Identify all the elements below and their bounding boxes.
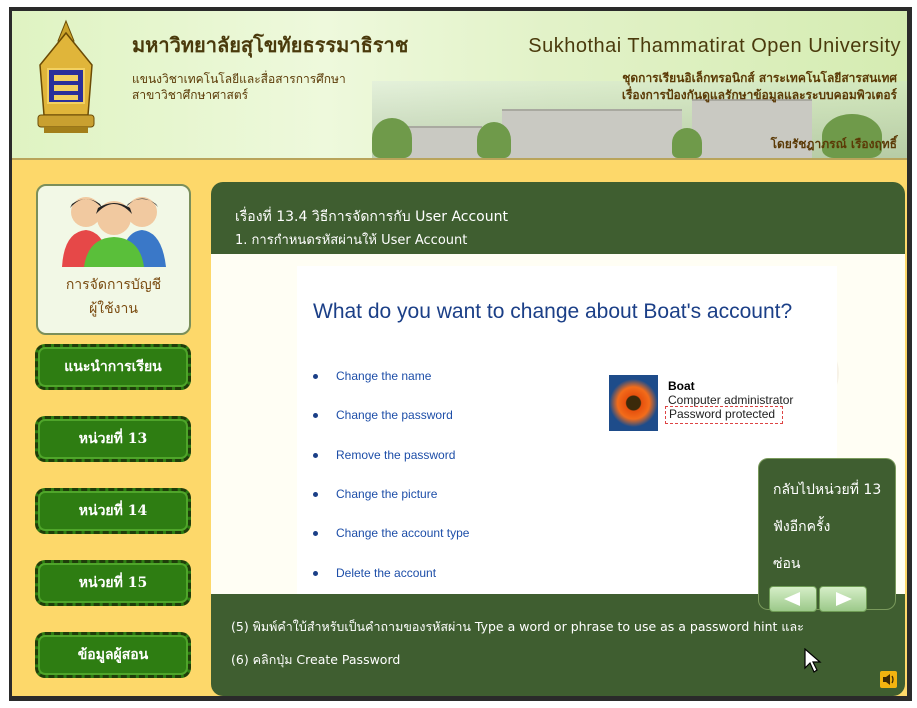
app-canvas: มหาวิทยาลัยสุโขทัยธรรมาธิราช แขนงวิชาเทค… xyxy=(12,11,907,696)
windows-account-screenshot: What do you want to change about Boat's … xyxy=(297,266,837,673)
option-label: Delete the account xyxy=(336,566,437,580)
users-group-icon xyxy=(62,197,166,267)
speaker-icon[interactable] xyxy=(880,671,897,688)
mouse-cursor-icon xyxy=(804,648,822,673)
arrow-right-icon xyxy=(836,592,852,606)
nav-button-introduction[interactable]: แนะนำการเรียน xyxy=(35,344,191,390)
nav-button-unit-13[interactable]: หน่วยที่ 13 xyxy=(35,416,191,462)
option-label: Change the picture xyxy=(336,487,438,501)
english-university-name: Sukhothai Thammatirat Open University xyxy=(528,35,901,57)
instruction-step-6: (6) คลิกปุ่ม Create Password xyxy=(231,652,401,667)
speaker-glyph xyxy=(883,674,894,685)
user-card-label: การจัดการบัญชี xyxy=(65,277,162,293)
option-change-password[interactable]: Change the password xyxy=(313,408,453,422)
lesson-panel: เรื่องที่ 13.4 วิธีการจัดการกับ User Acc… xyxy=(211,182,905,696)
option-delete-account[interactable]: Delete the account xyxy=(313,566,436,580)
course-topic: เรื่องการป้องกันดูแลรักษาข้อมูลและระบบคอ… xyxy=(621,88,897,102)
account-role: Computer administrator xyxy=(668,393,794,407)
option-change-name[interactable]: Change the name xyxy=(313,369,431,383)
back-to-unit-13-link[interactable]: กลับไปหน่วยที่ 13 xyxy=(773,479,881,501)
account-password-status: Password protected xyxy=(665,406,783,424)
author-credit: โดยรัชฎาภรณ์ เรืองฤทธิ์ xyxy=(770,137,897,151)
bullet-icon xyxy=(313,452,318,458)
bullet-icon xyxy=(313,373,318,379)
thai-university-name: มหาวิทยาลัยสุโขทัยธรรมาธิราช xyxy=(132,33,409,57)
option-label: Remove the password xyxy=(336,448,456,462)
thai-faculty: สาขาวิชาศึกษาศาสตร์ xyxy=(132,88,249,102)
lesson-title: เรื่องที่ 13.4 วิธีการจัดการกับ User Acc… xyxy=(235,209,508,225)
account-question-heading: What do you want to change about Boat's … xyxy=(313,300,793,323)
option-label: Change the account type xyxy=(336,526,470,540)
university-logo-icon xyxy=(37,19,95,133)
hide-link[interactable]: ซ่อน xyxy=(773,553,800,575)
nav-button-unit-14[interactable]: หน่วยที่ 14 xyxy=(35,488,191,534)
option-change-account-type[interactable]: Change the account type xyxy=(313,526,469,540)
nav-button-unit-15[interactable]: หน่วยที่ 15 xyxy=(35,560,191,606)
nav-button-instructor-info[interactable]: ข้อมูลผู้สอน xyxy=(35,632,191,678)
previous-button[interactable] xyxy=(769,586,817,612)
lesson-subtitle: 1. การกำหนดรหัสผ่านให้ User Account xyxy=(235,233,468,248)
account-picture-flower xyxy=(609,375,658,431)
option-label: Change the name xyxy=(336,369,432,383)
option-label: Change the password xyxy=(336,408,453,422)
user-account-card: การจัดการบัญชี ผู้ใช้งาน xyxy=(36,184,191,335)
user-card-label-sub: ผู้ใช้งาน xyxy=(89,301,138,317)
bullet-icon xyxy=(313,412,318,418)
arrow-left-icon xyxy=(784,592,800,606)
instruction-step-5: (5) พิมพ์คำใบ้สำหรับเป็นคำถามของรหัสผ่าน… xyxy=(231,619,804,634)
audio-control-menu: กลับไปหน่วยที่ 13 ฟังอีกครั้ง ซ่อน xyxy=(758,458,896,612)
next-button[interactable] xyxy=(819,586,867,612)
account-name: Boat xyxy=(668,379,695,393)
bullet-icon xyxy=(313,570,318,576)
option-remove-password[interactable]: Remove the password xyxy=(313,448,455,462)
listen-again-link[interactable]: ฟังอีกครั้ง xyxy=(773,516,830,538)
option-change-picture[interactable]: Change the picture xyxy=(313,487,437,501)
header-banner: มหาวิทยาลัยสุโขทัยธรรมาธิราช แขนงวิชาเทค… xyxy=(12,11,907,160)
bullet-icon xyxy=(313,491,318,497)
bullet-icon xyxy=(313,530,318,536)
